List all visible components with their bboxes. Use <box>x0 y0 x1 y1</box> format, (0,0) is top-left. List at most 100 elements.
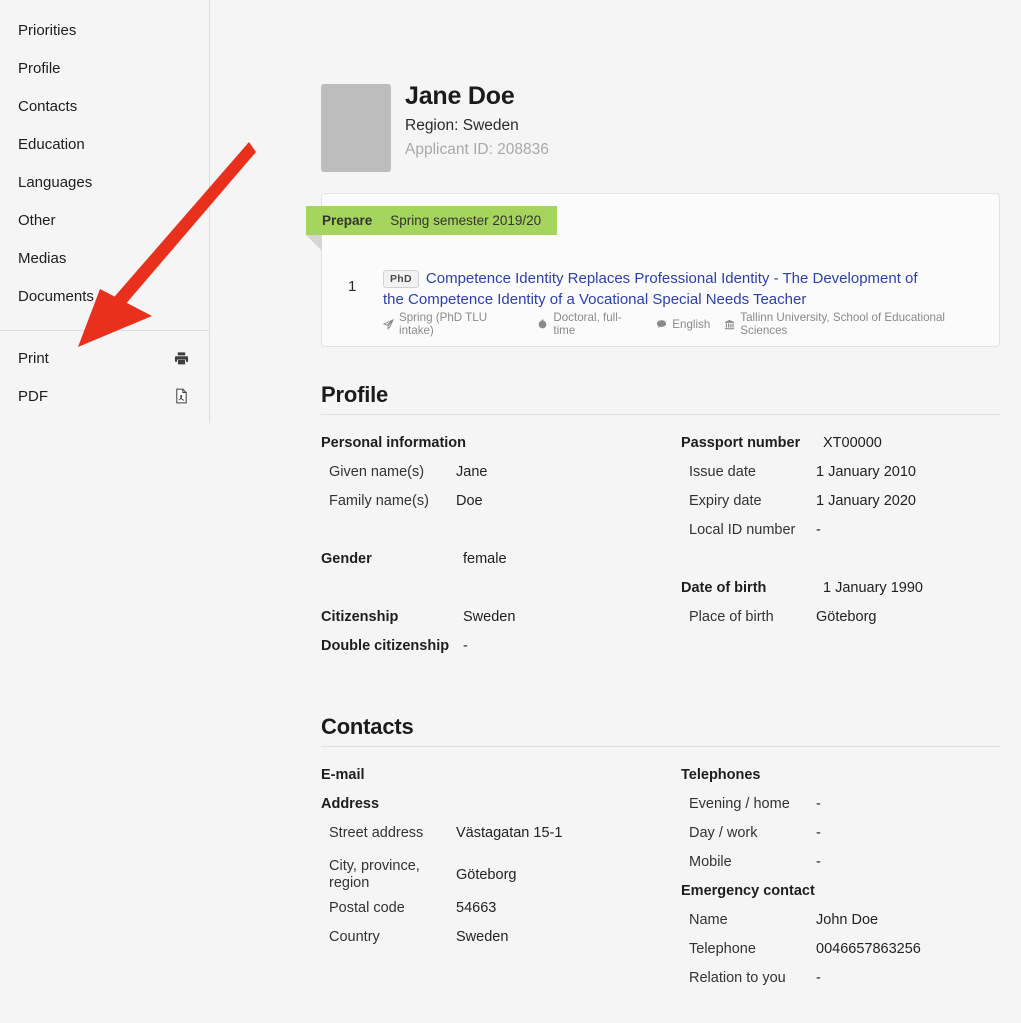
field-label: Local ID number <box>689 522 796 538</box>
printer-icon <box>174 351 189 366</box>
application-title-link[interactable]: Competence Identity Replaces Professiona… <box>383 270 918 308</box>
application-index: 1 <box>348 278 357 295</box>
semester-label: Spring semester 2019/20 <box>390 213 542 228</box>
personal-information-header: Personal information <box>321 435 467 451</box>
sidebar-item-label: Documents <box>18 288 94 305</box>
field-value: XT00000 <box>823 435 882 451</box>
sidebar-item-documents[interactable]: Documents <box>0 278 209 316</box>
speech-bubble-icon <box>656 319 667 330</box>
application-card[interactable]: Prepare Spring semester 2019/20 1 PhD Com… <box>306 193 1001 347</box>
sidebar-item-label: Priorities <box>18 22 77 39</box>
field-postal-code: Postal code 54663 <box>321 898 681 927</box>
field-label: Name <box>689 912 728 928</box>
field-label: Mobile <box>689 854 732 870</box>
field-value: female <box>463 551 507 567</box>
field-city-province-region: City, province, region Göteborg <box>321 852 681 898</box>
degree-badge: PhD <box>383 270 419 288</box>
field-label: Issue date <box>689 464 756 480</box>
field-issue-date: Issue date 1 January 2010 <box>681 462 1000 491</box>
section-rule <box>321 746 1000 747</box>
field-label: Postal code <box>329 900 405 916</box>
field-label: Given name(s) <box>329 464 425 480</box>
meta-institution-label: Tallinn University, School of Educationa… <box>740 311 946 337</box>
field-country: Country Sweden <box>321 927 681 956</box>
profile-section: Profile Personal information Given name(… <box>321 382 1000 665</box>
meta-language: English <box>656 318 710 331</box>
field-value: - <box>816 522 821 538</box>
sidebar-item-languages[interactable]: Languages <box>0 164 209 202</box>
field-date-of-birth: Date of birth 1 January 1990 <box>681 578 1000 607</box>
sidebar-item-medias[interactable]: Medias <box>0 240 209 278</box>
applicant-id: Applicant ID: 208836 <box>405 141 549 158</box>
meta-level-label: Doctoral, full-time <box>553 311 622 337</box>
applicant-region: Region: Sweden <box>405 117 519 134</box>
telephones-header: Telephones <box>681 767 761 783</box>
address-header: Address <box>321 796 380 812</box>
sidebar-item-priorities[interactable]: Priorities <box>0 12 209 50</box>
sidebar-item-label: Other <box>18 212 56 229</box>
field-value: Göteborg <box>816 609 877 625</box>
field-label: Country <box>329 929 380 945</box>
field-mobile: Mobile - <box>681 852 1000 881</box>
profile-right-column: Passport number XT00000 Issue date 1 Jan… <box>681 433 1000 665</box>
field-value: Jane <box>456 464 488 480</box>
sidebar-item-profile[interactable]: Profile <box>0 50 209 88</box>
field-label: City, province, region <box>329 858 420 891</box>
application-status-ribbon: Prepare Spring semester 2019/20 <box>306 206 558 251</box>
sidebar-item-label: Medias <box>18 250 67 267</box>
field-label: Gender <box>321 551 372 567</box>
application-meta: Spring (PhD TLU intake) Doctoral, full-t… <box>383 311 1001 337</box>
pdf-label: PDF <box>18 387 48 405</box>
field-value: - <box>463 638 468 654</box>
profile-left-column: Personal information Given name(s) Jane … <box>321 433 681 665</box>
field-label: Place of birth <box>689 609 774 625</box>
field-emergency-name: Name John Doe <box>681 910 1000 939</box>
meta-institution: Tallinn University, School of Educationa… <box>724 311 992 337</box>
field-gender: Gender female <box>321 549 681 578</box>
sidebar-tools-list: Print PDF <box>0 339 209 415</box>
contacts-left-column: E-mail Address Street address Västagatan… <box>321 765 681 997</box>
university-icon <box>724 319 735 330</box>
page-root: Priorities Profile Contacts Education La… <box>0 0 1021 1023</box>
circle-dot-icon <box>537 319 548 330</box>
application-title-wrap: PhD Competence Identity Replaces Professi… <box>383 268 928 310</box>
emergency-contact-header: Emergency contact <box>681 883 815 899</box>
profile-section-title: Profile <box>321 382 389 407</box>
field-double-citizenship: Double citizenship - <box>321 636 681 665</box>
field-given-name: Given name(s) Jane <box>321 462 681 491</box>
meta-language-label: English <box>672 317 711 331</box>
field-value: 0046657863256 <box>816 941 921 957</box>
sidebar-item-contacts[interactable]: Contacts <box>0 88 209 126</box>
field-label: Relation to you <box>689 970 786 986</box>
pdf-file-icon <box>174 388 189 404</box>
field-value: Göteborg <box>456 867 517 883</box>
email-header: E-mail <box>321 767 365 783</box>
field-passport-number: Passport number XT00000 <box>681 433 1000 462</box>
ribbon-fold <box>306 235 322 251</box>
field-value: 1 January 1990 <box>823 580 923 596</box>
field-value: 1 January 2020 <box>816 493 916 509</box>
field-label: Telephone <box>689 941 756 957</box>
sidebar-item-education[interactable]: Education <box>0 126 209 164</box>
pdf-button[interactable]: PDF <box>0 377 209 415</box>
field-label: Expiry date <box>689 493 762 509</box>
meta-intake: Spring (PhD TLU intake) <box>383 311 523 337</box>
sidebar-item-label: Languages <box>18 174 93 191</box>
field-day-work: Day / work - <box>681 823 1000 852</box>
sidebar-divider <box>0 330 209 331</box>
contacts-section: Contacts E-mail Address Street address V… <box>321 714 1000 997</box>
paper-plane-icon <box>383 318 394 330</box>
print-button[interactable]: Print <box>0 339 209 377</box>
meta-level: Doctoral, full-time <box>537 311 642 337</box>
field-value: Sweden <box>463 609 516 625</box>
field-value: - <box>816 970 821 986</box>
sidebar-item-label: Education <box>18 136 85 153</box>
print-label: Print <box>18 349 49 367</box>
meta-intake-label: Spring (PhD TLU intake) <box>399 311 488 337</box>
field-label: Evening / home <box>689 796 790 812</box>
sidebar-item-other[interactable]: Other <box>0 202 209 240</box>
applicant-header: Jane Doe Region: Sweden Applicant ID: 20… <box>321 82 1021 174</box>
